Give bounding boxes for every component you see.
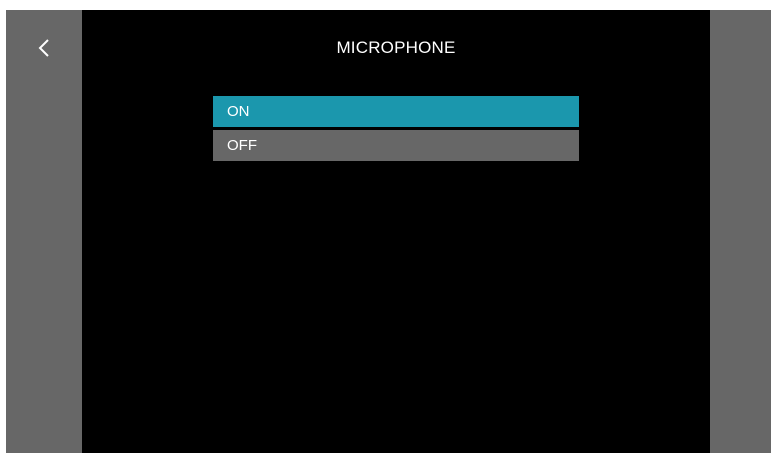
left-side-panel	[6, 10, 82, 453]
option-off[interactable]: OFF	[213, 130, 579, 161]
back-button[interactable]	[28, 32, 60, 64]
chevron-left-icon	[38, 39, 49, 57]
right-side-panel	[710, 10, 771, 453]
option-off-label: OFF	[227, 137, 257, 154]
option-on[interactable]: ON	[213, 96, 579, 127]
page-title: MICROPHONE	[336, 38, 456, 57]
option-on-label: ON	[227, 103, 250, 120]
device-screen: MICROPHONE ON OFF	[6, 10, 771, 453]
